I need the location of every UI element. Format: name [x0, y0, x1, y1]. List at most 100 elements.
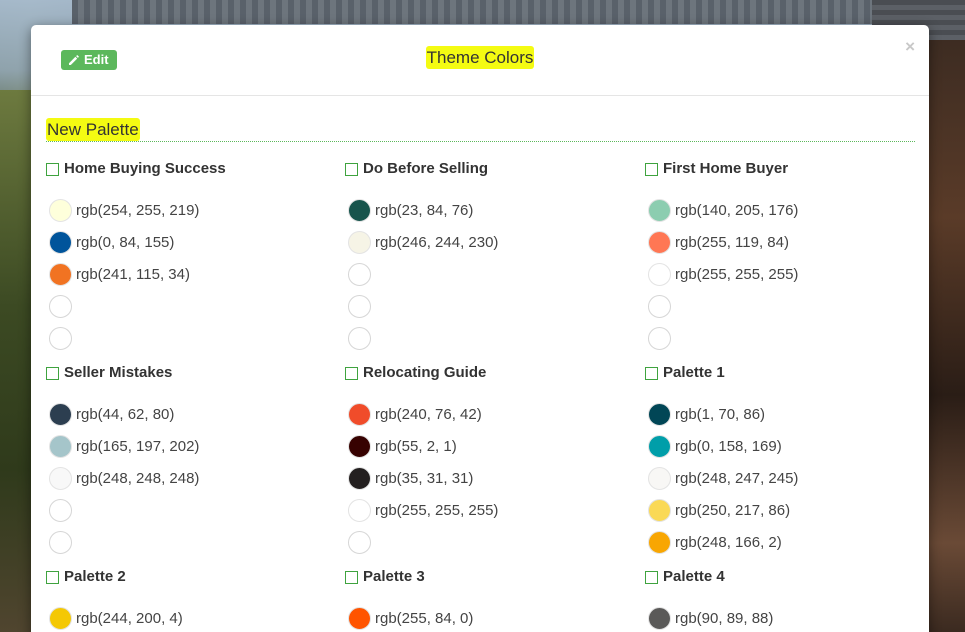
color-swatch[interactable]	[648, 530, 671, 554]
color-row	[348, 290, 625, 322]
color-value: rgb(165, 197, 202)	[76, 437, 200, 455]
modal-header: Edit Theme Colors ×	[31, 25, 929, 96]
palette-card: Home Buying Success rgb(254, 255, 219) rgb…	[46, 158, 326, 354]
color-value: rgb(255, 84, 0)	[375, 609, 474, 627]
color-swatch[interactable]	[648, 326, 671, 350]
color-row: rgb(165, 197, 202)	[49, 430, 326, 462]
color-swatch[interactable]	[348, 466, 371, 490]
color-value: rgb(23, 84, 76)	[375, 201, 474, 219]
close-button[interactable]: ×	[905, 37, 915, 57]
color-swatch[interactable]	[648, 230, 671, 254]
color-swatch[interactable]	[348, 198, 371, 222]
color-value: rgb(140, 205, 176)	[675, 201, 799, 219]
color-swatch[interactable]	[49, 262, 72, 286]
color-swatch[interactable]	[348, 326, 371, 350]
palette-checkbox[interactable]	[645, 367, 658, 380]
palette-header: Seller Mistakes	[46, 362, 326, 382]
color-row	[348, 258, 625, 290]
theme-colors-modal: Edit Theme Colors × New Palette Home Buy…	[31, 25, 929, 632]
color-value: rgb(255, 255, 255)	[375, 501, 499, 519]
palette-name: Seller Mistakes	[64, 363, 173, 381]
color-swatch[interactable]	[49, 198, 72, 222]
palette-checkbox[interactable]	[645, 571, 658, 584]
section-title-text: New Palette	[46, 118, 140, 141]
palette-header: Palette 1	[645, 362, 925, 382]
color-swatch[interactable]	[49, 498, 72, 522]
color-swatch[interactable]	[648, 498, 671, 522]
background-roof	[72, 0, 872, 24]
color-row: rgb(255, 255, 255)	[648, 258, 925, 290]
color-row	[348, 526, 625, 558]
color-row: rgb(35, 31, 31)	[348, 462, 625, 494]
palette-header: Palette 3	[345, 566, 625, 586]
color-swatch[interactable]	[348, 262, 371, 286]
color-row: rgb(255, 84, 0)	[348, 602, 625, 632]
palette-header: First Home Buyer	[645, 158, 925, 178]
color-value: rgb(246, 244, 230)	[375, 233, 499, 251]
section-title: New Palette	[46, 118, 140, 141]
color-swatch[interactable]	[648, 606, 671, 630]
palette-checkbox[interactable]	[345, 367, 358, 380]
palette-header: Relocating Guide	[345, 362, 625, 382]
palette-checkbox[interactable]	[345, 163, 358, 176]
color-value: rgb(44, 62, 80)	[76, 405, 175, 423]
color-row	[648, 290, 925, 322]
color-swatch[interactable]	[348, 606, 371, 630]
modal-title-text: Theme Colors	[425, 46, 535, 69]
color-swatch[interactable]	[648, 402, 671, 426]
palette-name: Do Before Selling	[363, 159, 489, 177]
color-row: rgb(0, 84, 155)	[49, 226, 326, 258]
color-row: rgb(254, 255, 219)	[49, 194, 326, 226]
color-row: rgb(250, 217, 86)	[648, 494, 925, 526]
color-swatch[interactable]	[348, 530, 371, 554]
color-row: rgb(1, 70, 86)	[648, 398, 925, 430]
color-swatch[interactable]	[49, 326, 72, 350]
color-value: rgb(248, 248, 248)	[76, 469, 200, 487]
color-value: rgb(240, 76, 42)	[375, 405, 482, 423]
color-swatch[interactable]	[49, 294, 72, 318]
color-row	[49, 322, 326, 354]
color-swatch[interactable]	[348, 402, 371, 426]
color-value: rgb(248, 247, 245)	[675, 469, 799, 487]
section-divider	[46, 141, 915, 142]
color-swatch[interactable]	[49, 606, 72, 630]
palette-header: Palette 4	[645, 566, 925, 586]
palette-checkbox[interactable]	[645, 163, 658, 176]
palette-card: Palette 4 rgb(90, 89, 88)	[645, 566, 925, 632]
color-swatch[interactable]	[49, 530, 72, 554]
color-row	[648, 322, 925, 354]
color-swatch[interactable]	[49, 230, 72, 254]
color-swatch[interactable]	[348, 230, 371, 254]
palette-checkbox[interactable]	[46, 367, 59, 380]
color-swatch[interactable]	[648, 466, 671, 490]
color-swatch[interactable]	[648, 262, 671, 286]
palette-checkbox[interactable]	[46, 163, 59, 176]
palette-card: Palette 2 rgb(244, 200, 4)	[46, 566, 326, 632]
palette-name: Palette 1	[663, 363, 725, 381]
color-row: rgb(248, 166, 2)	[648, 526, 925, 558]
color-swatch[interactable]	[648, 198, 671, 222]
color-swatch[interactable]	[49, 434, 72, 458]
color-swatch[interactable]	[348, 498, 371, 522]
color-row: rgb(241, 115, 34)	[49, 258, 326, 290]
palette-card: First Home Buyer rgb(140, 205, 176) rgb(25…	[645, 158, 925, 354]
color-row: rgb(55, 2, 1)	[348, 430, 625, 462]
palette-checkbox[interactable]	[46, 571, 59, 584]
color-swatch[interactable]	[648, 294, 671, 318]
color-swatch[interactable]	[49, 466, 72, 490]
palette-name: Palette 2	[64, 567, 126, 585]
palette-card: Do Before Selling rgb(23, 84, 76) rgb(246,…	[345, 158, 625, 354]
palette-header: Palette 2	[46, 566, 326, 586]
color-row: rgb(248, 248, 248)	[49, 462, 326, 494]
color-swatch[interactable]	[348, 434, 371, 458]
background-trees	[0, 90, 32, 632]
color-swatch[interactable]	[648, 434, 671, 458]
color-swatch[interactable]	[49, 402, 72, 426]
color-swatch[interactable]	[348, 294, 371, 318]
palette-checkbox[interactable]	[345, 571, 358, 584]
palette-card: Palette 1 rgb(1, 70, 86) rgb(0, 158, 169) r…	[645, 362, 925, 558]
color-value: rgb(0, 84, 155)	[76, 233, 175, 251]
color-value: rgb(0, 158, 169)	[675, 437, 782, 455]
palette-card: Palette 3 rgb(255, 84, 0)	[345, 566, 625, 632]
color-row: rgb(246, 244, 230)	[348, 226, 625, 258]
